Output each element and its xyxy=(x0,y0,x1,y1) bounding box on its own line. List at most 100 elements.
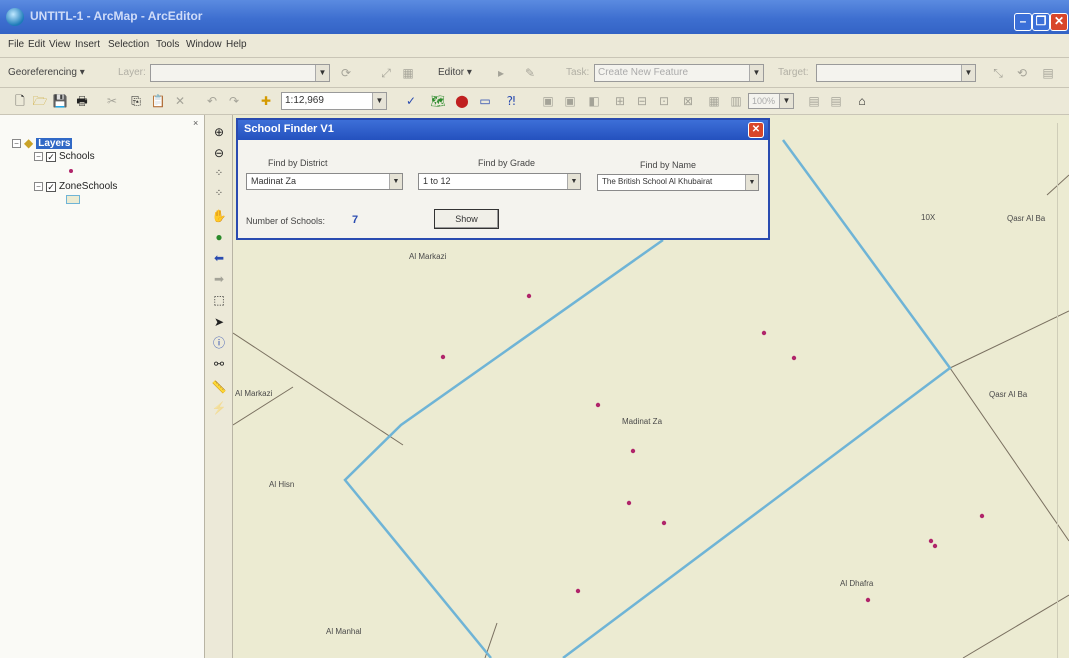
copy-icon[interactable]: ⎘ xyxy=(128,93,144,109)
menu-tools[interactable]: Tools xyxy=(156,39,179,50)
undo-icon[interactable]: ↶ xyxy=(204,93,220,109)
collapse-icon[interactable]: − xyxy=(34,182,43,191)
task-combo[interactable]: Create New Feature ▼ xyxy=(594,64,764,82)
minimize-button[interactable]: – xyxy=(1014,13,1032,31)
georeferencing-menu[interactable]: Georeferencing ▾ xyxy=(8,67,85,78)
focus-frame-icon[interactable]: ▤ xyxy=(828,93,844,109)
menu-file[interactable]: File xyxy=(8,39,24,50)
layout-pan-icon[interactable]: ▦ xyxy=(706,93,722,109)
layout-zoom-combo[interactable]: 100% ▼ xyxy=(748,93,794,109)
attributes-icon[interactable]: ▤ xyxy=(1040,65,1056,81)
menu-edit[interactable]: Edit xyxy=(28,39,45,50)
school-point[interactable] xyxy=(932,543,938,549)
school-point[interactable] xyxy=(595,402,601,408)
identify-icon[interactable]: ⓘ xyxy=(211,335,227,351)
collapse-icon[interactable]: − xyxy=(12,138,21,148)
school-point[interactable] xyxy=(526,293,532,299)
menu-view[interactable]: View xyxy=(49,39,71,50)
editor-toolbar-icon[interactable]: ✓ xyxy=(403,93,419,109)
visibility-checkbox[interactable]: ✓ xyxy=(46,181,56,192)
save-icon[interactable]: 💾 xyxy=(52,93,68,109)
map-label-al-markazi: Al Markazi xyxy=(235,389,273,398)
layout-full-extent-icon[interactable]: ⊠ xyxy=(680,93,696,109)
menu-insert[interactable]: Insert xyxy=(75,39,100,50)
target-combo[interactable]: ▼ xyxy=(816,64,976,82)
cut-icon[interactable]: ✂ xyxy=(104,93,120,109)
layout-icon-1[interactable]: ▣ xyxy=(540,93,556,109)
school-point[interactable] xyxy=(865,597,871,603)
layout-fixed-zoom-icon[interactable]: ⊡ xyxy=(656,93,672,109)
menu-help[interactable]: Help xyxy=(226,39,247,50)
school-point[interactable] xyxy=(661,520,667,526)
school-point[interactable] xyxy=(626,500,632,506)
grade-select[interactable]: 1 to 12 ▼ xyxy=(418,173,581,190)
visibility-checkbox[interactable]: ✓ xyxy=(46,151,56,162)
view-link-table-icon[interactable]: ▦ xyxy=(400,65,416,81)
add-data-icon[interactable]: ✚ xyxy=(258,93,274,109)
command-line-icon[interactable]: ▭ xyxy=(477,93,493,109)
fixed-zoom-out-icon[interactable]: ⁘ xyxy=(211,186,227,202)
fixed-zoom-in-icon[interactable]: ⁘ xyxy=(211,166,227,182)
hyperlink-icon[interactable]: ⚡ xyxy=(211,400,227,416)
layer-combo[interactable]: ▼ xyxy=(150,64,330,82)
split-tool-icon[interactable]: ⤡ xyxy=(990,65,1006,81)
show-button[interactable]: Show xyxy=(434,209,499,229)
toc-layer-schools[interactable]: − ✓ Schools xyxy=(34,151,95,162)
toc-root-layers[interactable]: − ◆ Layers xyxy=(12,136,73,150)
delete-icon[interactable]: ✕ xyxy=(172,93,188,109)
editor-menu[interactable]: Editor ▾ xyxy=(438,67,472,78)
select-elements-arrow-icon[interactable]: ➤ xyxy=(211,314,227,330)
district-select[interactable]: Madinat Za ▼ xyxy=(246,173,403,190)
layout-icon-2[interactable]: ▣ xyxy=(562,93,578,109)
add-control-points-icon[interactable]: ⤢ xyxy=(378,65,394,81)
map-label-al-manhal: Al Manhal xyxy=(326,627,362,636)
forward-arrow-icon[interactable]: ➡ xyxy=(211,271,227,287)
toc-close-icon[interactable]: × xyxy=(193,118,198,128)
school-name-select[interactable]: The British School Al Khubairat ▼ xyxy=(597,174,759,191)
pan-hand-icon[interactable]: ✋ xyxy=(211,208,227,224)
back-arrow-icon[interactable]: ⬅ xyxy=(211,250,227,266)
layout-zoom-out-icon[interactable]: ⊟ xyxy=(634,93,650,109)
school-point[interactable] xyxy=(630,448,636,454)
select-features-icon[interactable]: ⬚ xyxy=(211,292,227,308)
school-point[interactable] xyxy=(440,354,446,360)
change-layout-icon[interactable]: ⌂ xyxy=(854,93,870,109)
menu-selection[interactable]: Selection xyxy=(108,39,149,50)
sketch-tool-icon[interactable]: ✎ xyxy=(522,65,538,81)
full-extent-globe-icon[interactable]: ● xyxy=(211,229,227,245)
edit-tool-icon[interactable]: ▸ xyxy=(493,65,509,81)
map-scrollbar[interactable] xyxy=(1057,123,1065,658)
layout-icon-3[interactable]: ◧ xyxy=(586,93,602,109)
school-point[interactable] xyxy=(979,513,985,519)
arctoolbox-red-icon[interactable]: ⬤ xyxy=(454,93,470,109)
zoom-in-icon[interactable]: ⊕ xyxy=(211,124,227,140)
layout-zoom-in-icon[interactable]: ⊞ xyxy=(612,93,628,109)
menu-window[interactable]: Window xyxy=(186,39,222,50)
maximize-button[interactable]: ❐ xyxy=(1032,13,1050,31)
close-window-button[interactable]: ✕ xyxy=(1050,13,1068,31)
collapse-icon[interactable]: − xyxy=(34,152,43,161)
school-point[interactable] xyxy=(928,538,934,544)
rotate-icon[interactable]: ⟳ xyxy=(338,65,354,81)
chevron-down-icon: ▼ xyxy=(749,65,763,81)
new-document-icon[interactable]: 🗋 xyxy=(12,93,28,109)
zoom-out-icon[interactable]: ⊖ xyxy=(211,145,227,161)
school-point[interactable] xyxy=(575,588,581,594)
whats-this-icon[interactable]: ⁈ xyxy=(503,93,519,109)
school-point[interactable] xyxy=(761,330,767,336)
measure-icon[interactable]: 📏 xyxy=(211,379,227,395)
arctoolbox-icon[interactable]: 🗺 xyxy=(430,93,446,109)
layout-zoom-whole-icon[interactable]: ▥ xyxy=(728,93,744,109)
rotate-tool-icon[interactable]: ⟲ xyxy=(1014,65,1030,81)
toggle-draft-icon[interactable]: ▤ xyxy=(806,93,822,109)
redo-icon[interactable]: ↷ xyxy=(226,93,242,109)
print-icon[interactable]: 🖶 xyxy=(74,93,90,109)
dialog-close-button[interactable]: ✕ xyxy=(748,122,764,138)
open-folder-icon[interactable]: 🗁 xyxy=(32,93,48,109)
school-point[interactable] xyxy=(791,355,797,361)
dialog-title-bar[interactable]: School Finder V1 ✕ xyxy=(238,120,768,140)
paste-icon[interactable]: 📋 xyxy=(150,93,166,109)
find-binoculars-icon[interactable]: ⚯ xyxy=(211,356,227,372)
toc-layer-zoneschools[interactable]: − ✓ ZoneSchools xyxy=(34,181,117,192)
map-scale-combo[interactable]: 1:12,969 ▼ xyxy=(281,92,387,110)
